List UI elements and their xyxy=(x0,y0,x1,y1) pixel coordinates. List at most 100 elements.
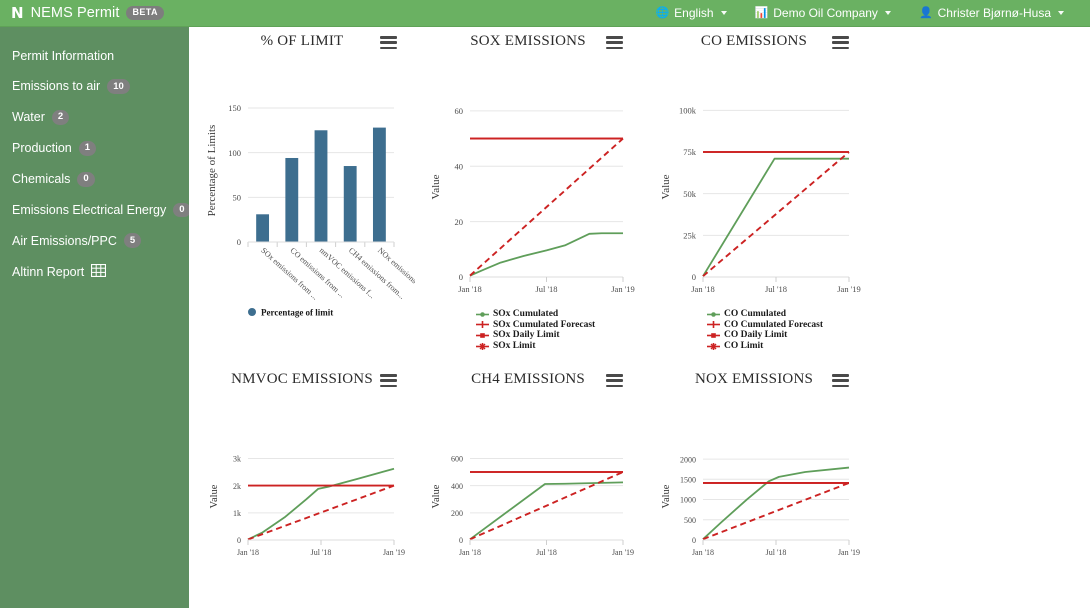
legend-label: SOx Daily Limit xyxy=(493,330,560,341)
sidebar-item-badge: 0 xyxy=(173,202,191,218)
sidebar-item-label: Emissions Electrical Energy xyxy=(12,202,167,217)
sidebar-item-badge: 2 xyxy=(51,109,70,125)
svg-text:Jan '19: Jan '19 xyxy=(383,548,405,557)
app-title: NEMS Permit xyxy=(30,5,120,21)
chart-plot-nox-emissions: 0 500 1000 1500 2000 Value Jan '18 Jul '18 Jan '… xyxy=(661,455,860,557)
svg-text:1k: 1k xyxy=(233,509,241,518)
svg-text:Jan '18: Jan '18 xyxy=(237,548,259,557)
legend-label: CO Cumulated Forecast xyxy=(724,319,824,330)
legend-label: SOx Cumulated xyxy=(493,309,559,319)
legend-item[interactable]: CO Cumulated xyxy=(707,309,823,320)
brand[interactable]: N NEMS Permit BETA xyxy=(0,5,164,21)
legend-label: CO Daily Limit xyxy=(724,330,788,341)
language-menu[interactable]: 🌐 English xyxy=(641,6,740,20)
legend-item[interactable]: CO Daily Limit xyxy=(707,330,823,341)
sidebar-item-water[interactable]: Water 2 xyxy=(0,102,189,133)
svg-text:Value: Value xyxy=(661,484,672,508)
chart-card-pct-of-limit: % OF LIMIT 0 50 100 150 Percentage of Limits… xyxy=(189,27,415,365)
user-icon: 👤 xyxy=(918,6,933,19)
sidebar-item-badge: 1 xyxy=(78,140,97,156)
company-menu[interactable]: 📊 Demo Oil Company xyxy=(741,6,905,20)
svg-text:0: 0 xyxy=(692,536,696,545)
svg-text:0: 0 xyxy=(459,272,463,282)
svg-text:100k: 100k xyxy=(679,106,697,116)
chart-legend-sox: SOx Cumulated SOx Cumulated Forecast SOx D… xyxy=(476,309,595,351)
globe-icon: 🌐 xyxy=(655,6,670,19)
sidebar-item-label: Air Emissions/PPC xyxy=(12,233,117,248)
svg-text:Jul '18: Jul '18 xyxy=(535,284,557,294)
svg-text:Percentage of Limits: Percentage of Limits xyxy=(206,125,218,217)
svg-text:0: 0 xyxy=(237,237,241,247)
svg-text:1000: 1000 xyxy=(680,496,696,505)
sidebar-item-permit-information[interactable]: Permit Information xyxy=(0,41,189,71)
svg-text:3k: 3k xyxy=(233,455,241,464)
svg-text:Jan '18: Jan '18 xyxy=(691,284,715,294)
chart-card-nmvoc-emissions: NMVOC EMISSIONS 0 1k 2k 3k Value Jan '18 Jul '… xyxy=(189,365,415,608)
beta-badge: BETA xyxy=(126,6,164,20)
sidebar-item-label: Permit Information xyxy=(12,49,115,63)
legend-label: CO Limit xyxy=(724,340,764,351)
chevron-down-icon xyxy=(720,11,727,15)
legend-item[interactable]: SOx Cumulated Forecast xyxy=(476,320,595,331)
legend-label: CO Cumulated xyxy=(724,309,787,319)
svg-text:0: 0 xyxy=(459,536,463,545)
svg-text:25k: 25k xyxy=(683,231,697,241)
sidebar-item-chemicals[interactable]: Chemicals 0 xyxy=(0,164,189,195)
legend-item[interactable]: SOx Daily Limit xyxy=(476,330,595,341)
svg-text:0: 0 xyxy=(237,536,241,545)
legend-item[interactable]: CO Limit xyxy=(707,341,823,352)
sidebar-item-label: Emissions to air xyxy=(12,79,101,94)
chart-plot-pct-of-limit: 0 50 100 150 Percentage of Limits SOx emissio… xyxy=(206,103,415,318)
sidebar-item-label: Production xyxy=(12,141,72,156)
legend-item[interactable]: SOx Limit xyxy=(476,341,595,352)
svg-text:150: 150 xyxy=(228,103,241,113)
company-label: Demo Oil Company xyxy=(773,6,878,20)
sidebar-item-emissions-to-air[interactable]: Emissions to air 10 xyxy=(0,71,189,102)
sidebar-item-badge: 10 xyxy=(107,79,130,94)
chart-row-1: % OF LIMIT 0 50 100 150 Percentage of Limits… xyxy=(189,27,1090,365)
user-menu[interactable]: 👤 Christer Bjørnø-Husa xyxy=(905,6,1078,20)
chevron-down-icon xyxy=(1058,11,1064,15)
chart-plot-ch4-emissions: 0 200 400 600 Value Jan '18 Jul '18 Jan '19 xyxy=(431,455,634,557)
legend-item[interactable]: SOx Cumulated xyxy=(476,309,595,320)
sidebar-item-altinn-report[interactable]: Altinn Report xyxy=(0,256,189,288)
svg-text:Jan '18: Jan '18 xyxy=(459,548,481,557)
svg-text:Jul '18: Jul '18 xyxy=(311,548,332,557)
svg-text:SOx emissions from ...: SOx emissions from ... xyxy=(259,246,320,302)
svg-text:Percentage of limit: Percentage of limit xyxy=(261,308,333,318)
svg-text:Jan '18: Jan '18 xyxy=(458,284,482,294)
svg-text:500: 500 xyxy=(684,516,696,525)
svg-text:40: 40 xyxy=(455,161,464,171)
svg-text:Jan '19: Jan '19 xyxy=(611,284,635,294)
svg-text:20: 20 xyxy=(455,217,464,227)
svg-text:Jan '19: Jan '19 xyxy=(838,548,860,557)
language-label: English xyxy=(674,6,714,20)
svg-text:100: 100 xyxy=(228,148,241,158)
sidebar-item-production[interactable]: Production 1 xyxy=(0,133,189,164)
sidebar-item-label: Chemicals xyxy=(12,172,71,187)
sidebar-item-air-emissions-ppc[interactable]: Air Emissions/PPC 5 xyxy=(0,225,189,256)
svg-text:75k: 75k xyxy=(683,147,697,157)
svg-text:60: 60 xyxy=(455,106,464,116)
sidebar-item-emissions-electrical-energy[interactable]: Emissions Electrical Energy 0 xyxy=(0,195,191,226)
legend-item[interactable]: CO Cumulated Forecast xyxy=(707,320,823,331)
sidebar-item-badge: 5 xyxy=(123,233,142,249)
chevron-down-icon xyxy=(884,11,891,15)
svg-text:Jan '19: Jan '19 xyxy=(612,548,634,557)
svg-text:Jan '19: Jan '19 xyxy=(837,284,861,294)
chart-legend-co: CO Cumulated CO Cumulated Forecast CO Dail… xyxy=(707,309,823,351)
svg-text:2000: 2000 xyxy=(680,455,696,464)
table-grid-icon xyxy=(91,264,107,280)
company-icon: 📊 xyxy=(754,6,769,19)
legend-label: SOx Limit xyxy=(493,340,536,351)
svg-text:200: 200 xyxy=(451,509,463,518)
svg-text:Value: Value xyxy=(431,484,442,508)
svg-text:600: 600 xyxy=(451,455,463,464)
chart-row-2: NMVOC EMISSIONS 0 1k 2k 3k Value Jan '18 Jul '… xyxy=(189,365,1090,608)
svg-text:Jan '18: Jan '18 xyxy=(692,548,714,557)
svg-text:2k: 2k xyxy=(233,482,241,491)
chart-card-sox-emissions: SOX EMISSIONS 0 20 40 60 Value Jan '18 Jul '18… xyxy=(415,27,641,365)
svg-text:Jul '18: Jul '18 xyxy=(765,284,787,294)
svg-text:Jul '18: Jul '18 xyxy=(766,548,787,557)
svg-text:1500: 1500 xyxy=(680,476,696,485)
